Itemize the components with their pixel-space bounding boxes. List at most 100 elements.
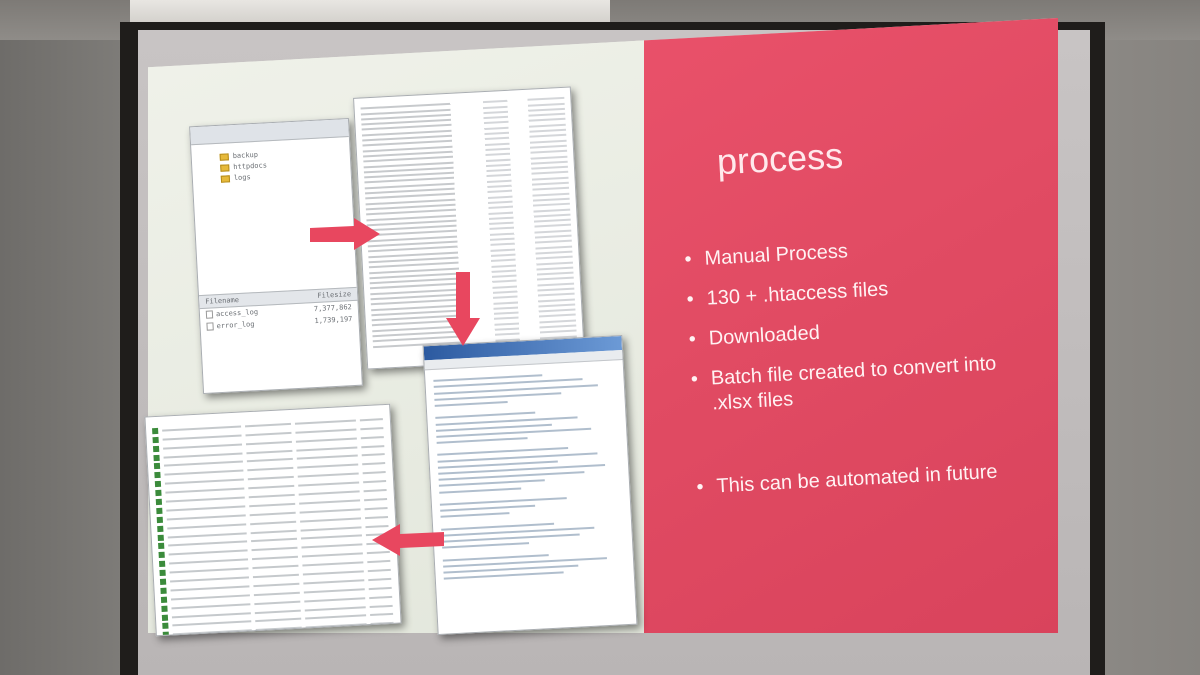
arrow-right-icon xyxy=(310,218,380,252)
folder-label: httpdocs xyxy=(233,161,268,172)
excel-file-icon xyxy=(158,552,165,559)
excel-file-icon xyxy=(161,614,169,621)
code-line xyxy=(438,479,545,488)
xlsx-cell xyxy=(169,558,248,565)
xlsx-cell xyxy=(249,520,297,525)
xlsx-cell xyxy=(302,552,363,558)
code-line xyxy=(440,512,510,519)
xlsx-cell xyxy=(170,576,249,583)
xlsx-cell xyxy=(249,511,296,517)
excel-file-icon xyxy=(157,534,164,541)
xlsx-cell xyxy=(359,418,383,422)
code-line xyxy=(436,437,528,444)
xlsx-cell xyxy=(252,573,300,579)
excel-file-icon xyxy=(160,596,168,603)
file-icon xyxy=(205,310,214,319)
xlsx-cell xyxy=(297,454,358,461)
xlsx-cell xyxy=(360,435,384,439)
xlsx-cell xyxy=(362,471,386,475)
xlsx-cell xyxy=(171,603,251,610)
excel-file-icon xyxy=(159,578,167,586)
filesize-column-header: Filesize xyxy=(317,290,352,300)
xlsx-cell xyxy=(162,425,241,432)
file-name: error_log xyxy=(216,320,255,331)
batch-script-screenshot xyxy=(422,334,638,636)
xlsx-cell xyxy=(252,564,299,570)
excel-file-icon xyxy=(159,560,166,568)
xlsx-cell xyxy=(368,595,392,599)
arrow-down-icon xyxy=(446,272,480,346)
xlsx-cell xyxy=(250,538,298,543)
xlsx-cell xyxy=(163,460,243,468)
ftp-client-screenshot: backup httpdocs logs Filename Filesize a… xyxy=(189,117,363,395)
xlsx-cell xyxy=(360,444,385,448)
code-line xyxy=(443,571,564,580)
excel-file-icon xyxy=(158,543,165,550)
xlsx-cell xyxy=(301,534,362,541)
bullet-item: Batch file created to convert into .xlsx… xyxy=(686,351,1018,418)
xlsx-cell xyxy=(295,428,356,434)
xlsx-cell xyxy=(162,434,242,441)
xlsx-cell xyxy=(304,597,365,603)
xlsx-cell xyxy=(247,467,294,472)
xlsx-cell xyxy=(367,568,391,573)
xlsx-cell xyxy=(245,440,293,445)
xlsx-cell xyxy=(168,549,248,556)
xlsx-cell xyxy=(164,478,244,485)
xlsx-files-screenshot xyxy=(144,403,402,637)
xlsx-cell xyxy=(170,585,250,592)
excel-file-icon xyxy=(162,623,169,630)
excel-file-icon xyxy=(152,445,160,452)
xlsx-cell xyxy=(304,588,365,594)
xlsx-cell xyxy=(361,453,385,457)
xlsx-cell xyxy=(247,476,295,481)
xlsx-cell xyxy=(244,422,292,428)
xlsx-cell xyxy=(170,594,250,601)
excel-file-icon xyxy=(156,516,163,523)
excel-file-icon xyxy=(152,427,159,435)
excel-file-icon xyxy=(157,525,164,532)
ftp-folder-tree: backup httpdocs logs xyxy=(191,137,357,295)
xlsx-cell xyxy=(169,567,249,574)
folder-icon xyxy=(220,163,230,172)
bullet-item: 130 + .htaccess files xyxy=(682,271,1013,313)
xlsx-cell xyxy=(253,591,301,596)
bullet-item: Downloaded xyxy=(684,311,1015,353)
folder-icon xyxy=(219,152,229,161)
bullet-list: Manual Process 130 + .htaccess files Dow… xyxy=(680,231,1024,516)
xlsx-cell xyxy=(301,543,363,549)
xlsx-cell xyxy=(171,611,251,619)
xlsx-cell xyxy=(303,579,364,585)
file-size: 7,377,862 xyxy=(313,303,352,314)
xlsx-cell xyxy=(367,577,392,582)
editor-code-area xyxy=(425,360,634,590)
folder-icon xyxy=(220,174,231,183)
xlsx-cell xyxy=(251,547,298,552)
excel-file-icon xyxy=(152,436,159,443)
xlsx-cell xyxy=(296,437,357,443)
xlsx-cell xyxy=(302,561,363,567)
xlsx-cell xyxy=(251,555,299,561)
xlsx-cell xyxy=(299,508,361,514)
xlsx-cell xyxy=(295,419,356,425)
filename-column-header: Filename xyxy=(205,296,240,306)
xlsx-cell xyxy=(167,531,247,539)
xlsx-cell xyxy=(369,604,393,608)
file-name: access_log xyxy=(215,308,259,319)
xlsx-cell xyxy=(369,613,393,617)
file-size: 1,739,197 xyxy=(314,315,353,326)
xlsx-cell xyxy=(166,514,246,521)
xlsx-cell xyxy=(297,463,358,469)
xlsx-cell xyxy=(254,600,301,605)
excel-file-icon xyxy=(153,454,160,461)
xlsx-cell xyxy=(364,515,388,519)
xlsx-cell xyxy=(166,505,246,512)
xlsx-cell xyxy=(245,431,292,437)
xlsx-cell xyxy=(165,487,245,494)
xlsx-cell xyxy=(303,570,364,576)
excel-file-icon xyxy=(153,463,161,470)
excel-file-icon xyxy=(155,498,163,506)
excel-file-icon xyxy=(159,569,166,577)
xlsx-cell xyxy=(164,469,244,476)
xlsx-cell xyxy=(253,582,300,588)
